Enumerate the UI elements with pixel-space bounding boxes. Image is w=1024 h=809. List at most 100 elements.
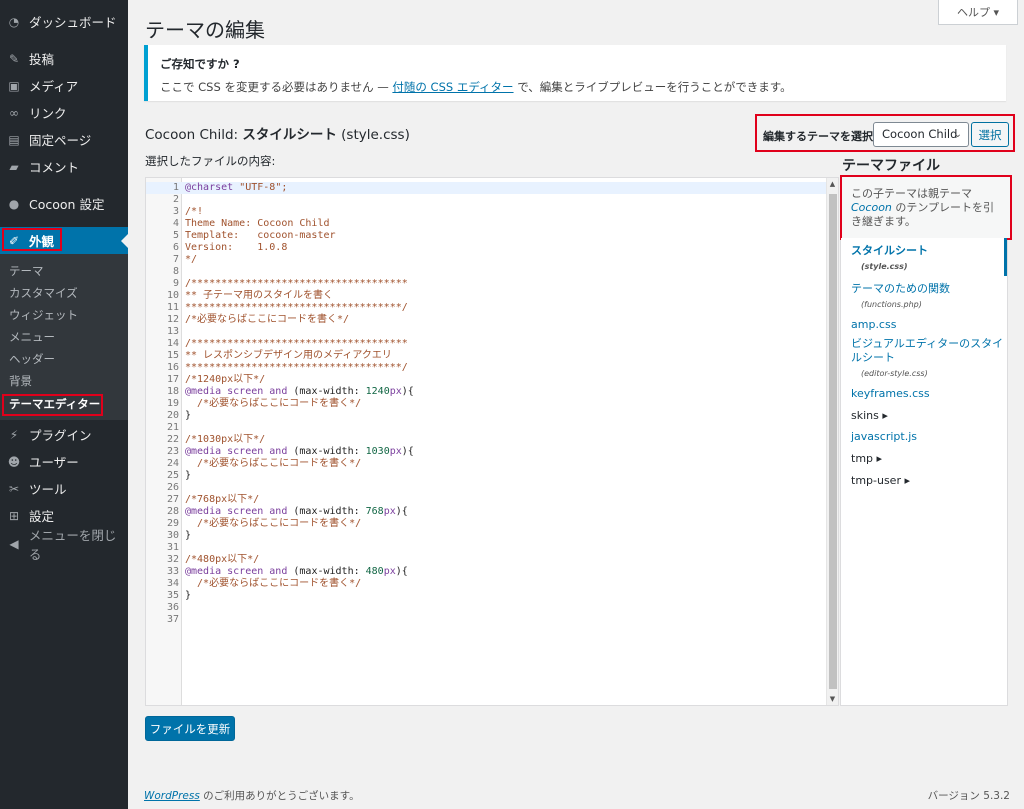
settings-icon: ⊞	[8, 508, 20, 523]
line-number: 13	[166, 326, 179, 337]
update-file-button[interactable]: ファイルを更新	[145, 716, 235, 741]
highlight-appearance	[2, 228, 62, 251]
line-number: 32	[166, 554, 179, 565]
code-line[interactable]: 4 Theme Name: Cocoon Child	[146, 218, 826, 230]
code-line[interactable]: 27 /*768px以下*/	[146, 494, 826, 506]
theme-select-dropdown[interactable]: Cocoon Child ⌄	[873, 122, 969, 147]
code-line[interactable]: 15 ** レスポンシブデザイン用のメディアクエリ	[146, 350, 826, 362]
menu-cocoon-settings[interactable]: ● Cocoon 設定	[0, 190, 128, 217]
help-button[interactable]: ヘルプ ▾	[938, 0, 1018, 25]
line-number: 8	[172, 266, 179, 277]
code-line[interactable]: 16 ************************************/	[146, 362, 826, 374]
line-number: 22	[166, 434, 179, 445]
code-line[interactable]: 34 /*必要ならばここにコードを書く*/	[146, 578, 826, 590]
code-line[interactable]: 6 Version: 1.0.8	[146, 242, 826, 254]
file-item-javascript[interactable]: javascript.js	[851, 430, 1011, 444]
menu-posts[interactable]: ✎ 投稿	[0, 45, 128, 72]
code-text: /************************************	[185, 338, 408, 349]
content-label: 選択したファイルの内容:	[145, 154, 276, 168]
footer-thanks: WordPress のご利用ありがとうございます。	[144, 790, 360, 802]
menu-media[interactable]: ▣ メディア	[0, 72, 128, 99]
code-line[interactable]: 12 /*必要ならばここにコードを書く*/	[146, 314, 826, 326]
code-line[interactable]: 1 @charset "UTF-8";	[146, 182, 826, 194]
code-line[interactable]: 14 /************************************	[146, 338, 826, 350]
code-line[interactable]: 13	[146, 326, 826, 338]
submenu-themes[interactable]: テーマ	[9, 262, 44, 280]
code-line[interactable]: 35}	[146, 590, 826, 602]
code-line[interactable]: 28 @media screen and (max-width: 768px){	[146, 506, 826, 518]
css-editor-link[interactable]: 付随の CSS エディター	[392, 80, 513, 94]
code-line[interactable]: 32 /*480px以下*/	[146, 554, 826, 566]
line-number: 29	[166, 518, 179, 529]
file-item-tmp-user[interactable]: tmp-user ▸	[851, 474, 1011, 488]
code-text: ************************************/	[185, 302, 408, 313]
notice-title: ご存知ですか ?	[160, 57, 240, 71]
scroll-thumb[interactable]	[829, 194, 837, 689]
code-line[interactable]: 2	[146, 194, 826, 206]
menu-users[interactable]: ☻ ユーザー	[0, 448, 128, 475]
scroll-down-icon[interactable]: ▼	[827, 695, 838, 703]
child-theme-notice: この子テーマは親テーマ Cocoon のテンプレートを引き継ぎます。	[840, 175, 1012, 240]
code-line[interactable]: 25}	[146, 470, 826, 482]
code-line[interactable]: 31	[146, 542, 826, 554]
submenu-header[interactable]: ヘッダー	[9, 350, 55, 368]
line-number: 31	[166, 542, 179, 553]
plugin-icon: ⚡	[9, 427, 19, 442]
code-line[interactable]: 33 @media screen and (max-width: 480px){	[146, 566, 826, 578]
code-line[interactable]: 36	[146, 602, 826, 614]
code-line[interactable]: 37	[146, 614, 826, 626]
menu-dashboard[interactable]: ◔ ダッシュボード	[0, 8, 128, 35]
code-line[interactable]: 22 /*1030px以下*/	[146, 434, 826, 446]
file-item-style-css[interactable]: スタイルシート (style.css)	[851, 244, 1011, 274]
file-item-amp-css[interactable]: amp.css	[851, 318, 1011, 332]
code-editor[interactable]: 1 @charset "UTF-8"; 2 3 /*! 4 Theme Name: Coco…	[145, 177, 839, 706]
file-item-functions[interactable]: テーマのための関数 (functions.php)	[851, 282, 1011, 312]
menu-tools[interactable]: ✂ ツール	[0, 475, 128, 502]
code-line[interactable]: 5 Template: cocoon-master	[146, 230, 826, 242]
code-line[interactable]: 23 @media screen and (max-width: 1030px){	[146, 446, 826, 458]
menu-links[interactable]: ∞ リンク	[0, 99, 128, 126]
link-icon: ∞	[9, 105, 19, 120]
wordpress-link[interactable]: WordPress	[144, 790, 200, 802]
line-number: 37	[166, 614, 179, 625]
file-item-keyframes[interactable]: keyframes.css	[851, 387, 1011, 401]
code-text: /*1240px以下*/	[185, 374, 266, 385]
code-line[interactable]: 17 /*1240px以下*/	[146, 374, 826, 386]
page-title: テーマの編集	[145, 18, 265, 42]
scroll-up-icon[interactable]: ▲	[827, 180, 838, 188]
code-line[interactable]: 7 */	[146, 254, 826, 266]
menu-comments[interactable]: ▰ コメント	[0, 153, 128, 180]
menu-pages[interactable]: ▤ 固定ページ	[0, 126, 128, 153]
line-number: 14	[166, 338, 179, 349]
submenu-menus[interactable]: メニュー	[9, 328, 55, 346]
code-line[interactable]: 11 ************************************/	[146, 302, 826, 314]
code-line[interactable]: 30}	[146, 530, 826, 542]
code-line[interactable]: 9 /************************************	[146, 278, 826, 290]
line-number: 9	[172, 278, 179, 289]
file-item-skins[interactable]: skins ▸	[851, 409, 1011, 423]
code-line[interactable]: 19 /*必要ならばここにコードを書く*/	[146, 398, 826, 410]
submenu-background[interactable]: 背景	[9, 372, 32, 390]
file-item-editor-style[interactable]: ビジュアルエディターのスタイルシート (editor-style.css)	[851, 337, 1011, 381]
code-line[interactable]: 3 /*!	[146, 206, 826, 218]
code-text: /*!	[185, 206, 204, 217]
code-line[interactable]: 26	[146, 482, 826, 494]
code-text: /*768px以下*/	[185, 494, 260, 505]
code-line[interactable]: 8	[146, 266, 826, 278]
file-item-tmp[interactable]: tmp ▸	[851, 452, 1011, 466]
code-line[interactable]: 24 /*必要ならばここにコードを書く*/	[146, 458, 826, 470]
code-line[interactable]: 18 @media screen and (max-width: 1240px){	[146, 386, 826, 398]
code-line[interactable]: 20}	[146, 410, 826, 422]
theme-select-label: 編集するテーマを選択:	[763, 130, 878, 143]
code-line[interactable]: 10 ** 子テーマ用のスタイルを書く	[146, 290, 826, 302]
editor-scrollbar[interactable]: ▲ ▼	[826, 178, 838, 705]
code-line[interactable]: 29 /*必要ならばここにコードを書く*/	[146, 518, 826, 530]
code-line[interactable]: 21	[146, 422, 826, 434]
menu-plugins[interactable]: ⚡ プラグイン	[0, 421, 128, 448]
submenu-customize[interactable]: カスタマイズ	[9, 284, 78, 302]
select-button[interactable]: 選択	[971, 122, 1009, 147]
pin-icon: ✎	[8, 51, 20, 66]
collapse-icon: ◀	[9, 536, 19, 551]
menu-collapse[interactable]: ◀ メニューを閉じる	[0, 528, 128, 562]
submenu-widgets[interactable]: ウィジェット	[9, 306, 78, 324]
